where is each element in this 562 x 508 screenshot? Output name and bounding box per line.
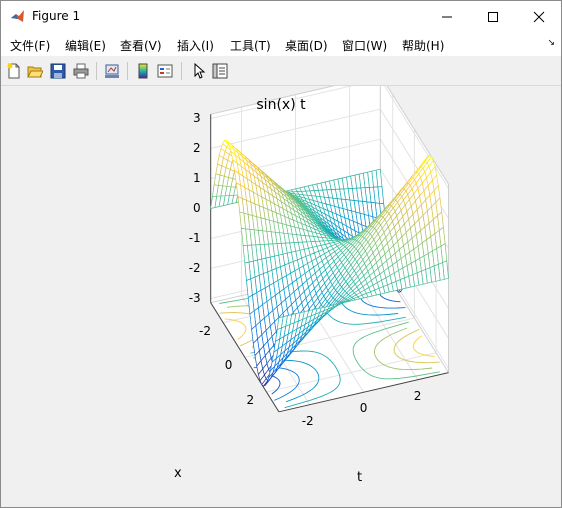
menu-insert[interactable]: 插入(I) [177,37,214,54]
z-tick-label: 1 [193,171,201,186]
plot-title: sin(x) t [256,97,306,113]
z-tick-label: 0 [193,201,201,216]
new-figure-icon [7,63,20,79]
t-axis-label: t [357,470,363,485]
edit-plot-arrow-icon [194,63,206,79]
figure-toolbar [1,57,561,86]
link-plot-icon [105,64,119,78]
print-icon [73,63,89,79]
z-tick-label: 3 [193,111,201,126]
open-file-button[interactable] [25,61,45,81]
save-button[interactable] [48,61,68,81]
insert-colorbar-icon [138,63,148,79]
figure-canvas[interactable]: sin(x) t -3 -2 -1 0 1 2 3 -2 0 2 -2 0 2 x t [1,86,561,507]
print-button[interactable] [71,61,91,81]
maximize-icon [488,12,498,22]
toolbar-separator [181,62,182,80]
close-icon [533,11,545,23]
new-figure-button[interactable] [4,61,24,81]
save-icon [50,63,66,79]
link-plot-button[interactable] [102,61,122,81]
minimize-button[interactable] [424,1,470,32]
insert-legend-button[interactable] [155,61,175,81]
z-tick-label: 2 [193,141,201,156]
menu-help[interactable]: 帮助(H) [402,37,444,54]
x-tick-label: 2 [246,393,255,407]
insert-legend-icon [157,64,173,78]
menu-view[interactable]: 查看(V) [120,37,162,54]
x-axis-label: x [174,466,182,481]
figure-window: Figure 1 文件(F) 编辑(E) 查看(V) 插入(I) 工具(T) 桌… [0,0,562,508]
toolbar-separator [127,62,128,80]
minimize-icon [442,16,452,18]
axes-3d[interactable] [1,86,561,507]
x-tick-label: -2 [199,323,212,338]
edit-plot-button[interactable] [189,61,209,81]
toolbar-expand-icon[interactable]: ↘ [547,38,555,48]
menu-window[interactable]: 窗口(W) [342,37,387,54]
menu-edit[interactable]: 编辑(E) [65,37,106,54]
window-title: Figure 1 [32,9,81,23]
menu-bar: 文件(F) 编辑(E) 查看(V) 插入(I) 工具(T) 桌面(D) 窗口(W… [1,32,561,56]
z-tick-label: -1 [188,231,201,246]
x-tick-label: 0 [224,358,233,373]
property-inspector-button[interactable] [210,61,230,81]
y-tick-label: -2 [301,413,314,428]
menu-tools[interactable]: 工具(T) [230,37,271,54]
menu-file[interactable]: 文件(F) [10,37,50,54]
y-tick-label: 0 [359,401,368,416]
toolbar-separator [96,62,97,80]
insert-colorbar-button[interactable] [133,61,153,81]
y-tick-label: 2 [413,388,422,403]
menu-desktop[interactable]: 桌面(D) [285,37,328,54]
open-file-icon [27,66,43,78]
close-button[interactable] [516,1,561,32]
z-tick-label: -2 [188,261,201,276]
title-bar[interactable]: Figure 1 [1,1,561,32]
matlab-logo-icon [11,10,24,22]
maximize-button[interactable] [470,1,516,32]
z-tick-label: -3 [188,291,201,306]
property-inspector-icon [212,63,228,79]
